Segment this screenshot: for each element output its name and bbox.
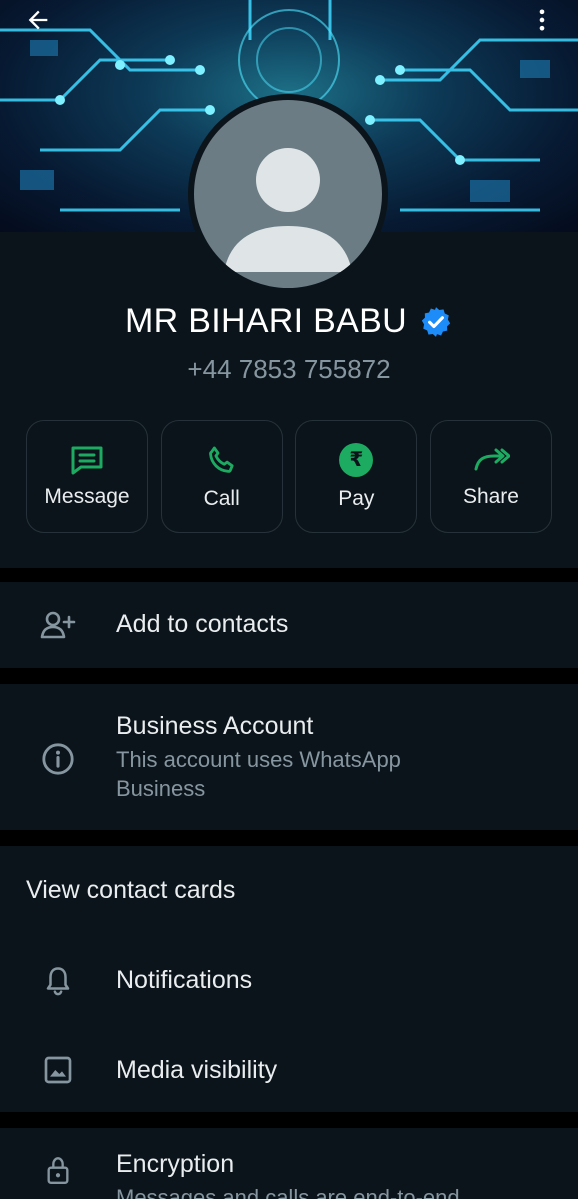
notifications-label: Notifications xyxy=(116,966,253,994)
business-account-row[interactable]: Business Account This account uses Whats… xyxy=(0,684,578,830)
rupee-icon: ₹ xyxy=(339,442,374,477)
message-button[interactable]: Message xyxy=(26,420,148,533)
default-avatar-icon xyxy=(224,148,352,272)
pay-label: Pay xyxy=(338,486,375,510)
business-account-title: Business Account xyxy=(116,712,314,740)
bell-icon xyxy=(46,967,70,996)
pay-button[interactable]: ₹ Pay xyxy=(295,420,418,533)
call-button[interactable]: Call xyxy=(160,420,283,533)
add-person-icon xyxy=(40,611,76,639)
profile-name: MR BIHARI BABU xyxy=(125,302,407,340)
encryption-section: Encryption Messages and calls are end-to… xyxy=(0,1128,578,1199)
avatar[interactable] xyxy=(188,94,388,294)
add-to-contacts-label: Add to contacts xyxy=(116,610,289,638)
business-account-subtitle-line2: Business xyxy=(116,776,206,801)
notifications-row[interactable]: Notifications xyxy=(0,936,578,1024)
arrow-left-icon xyxy=(28,10,48,30)
encryption-title: Encryption xyxy=(116,1150,235,1178)
business-account-subtitle-line1: This account uses WhatsApp xyxy=(116,747,401,772)
lock-icon xyxy=(47,1157,69,1184)
message-icon xyxy=(71,446,103,474)
add-to-contacts-row[interactable]: Add to contacts xyxy=(0,582,578,668)
share-label: Share xyxy=(462,484,519,508)
media-visibility-row[interactable]: Media visibility xyxy=(0,1026,578,1112)
view-contact-cards-row[interactable]: View contact cards xyxy=(0,846,578,934)
more-options-button[interactable] xyxy=(518,0,566,40)
view-contact-cards-label: View contact cards xyxy=(26,876,236,904)
phone-icon xyxy=(208,446,234,473)
settings-section: View contact cards Notifications Media v… xyxy=(0,846,578,1112)
share-icon xyxy=(474,448,510,470)
call-label: Call xyxy=(203,486,240,510)
back-button[interactable] xyxy=(14,0,62,40)
info-icon xyxy=(42,743,74,775)
message-label: Message xyxy=(44,484,130,508)
encryption-subtitle: Messages and calls are end-to-end xyxy=(116,1185,460,1199)
profile-name-row: MR BIHARI BABU xyxy=(0,302,578,341)
add-contact-section: Add to contacts xyxy=(0,582,578,668)
business-section: Business Account This account uses Whats… xyxy=(0,684,578,830)
image-icon xyxy=(44,1056,72,1084)
share-button[interactable]: Share xyxy=(429,420,552,533)
action-buttons: Message Call ₹ Pay Share xyxy=(26,420,552,533)
encryption-row[interactable]: Encryption Messages and calls are end-to… xyxy=(0,1128,578,1199)
phone-number: +44 7853 755872 xyxy=(187,354,391,384)
more-vertical-icon xyxy=(539,9,545,31)
verified-badge-icon xyxy=(421,306,451,337)
media-visibility-label: Media visibility xyxy=(116,1056,278,1084)
